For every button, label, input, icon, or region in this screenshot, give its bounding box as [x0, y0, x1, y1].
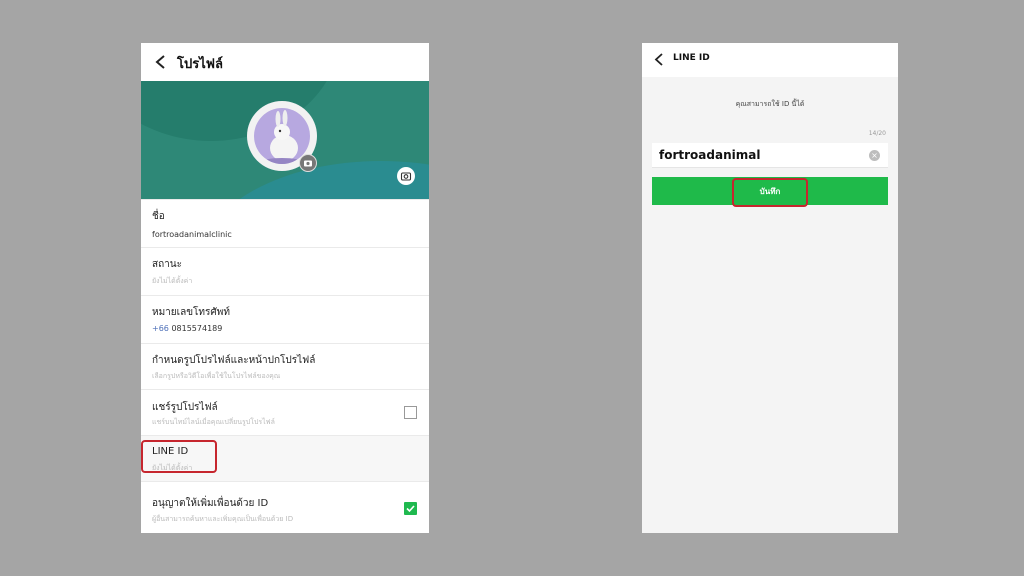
row-label: แชร์รูปโปรไฟล์: [152, 402, 218, 413]
cover-photo[interactable]: [141, 81, 429, 199]
row-subtext: ผู้อื่นสามารถค้นหาและเพิ่มคุณเป็นเพื่อนด…: [152, 515, 294, 523]
line-id-input[interactable]: fortroadanimal ×: [652, 143, 888, 168]
character-counter: 14/20: [868, 130, 886, 137]
check-icon: [406, 505, 415, 513]
phone-number: 0815574189: [171, 324, 223, 333]
profile-row-status[interactable]: สถานะ ยังไม่ได้ตั้งค่า: [141, 247, 429, 296]
row-subtext: เลือกรูปหรือวิดีโอเพื่อใช้ในโปรไฟล์ของคุ…: [152, 372, 281, 380]
row-label: ชื่อ: [152, 211, 165, 222]
page-title: LINE ID: [673, 53, 710, 63]
row-label: สถานะ: [152, 259, 182, 270]
row-label: กำหนดรูปโปรไฟล์และหน้าปกโปรไฟล์: [152, 355, 316, 366]
line-id-body: คุณสามารถใช้ ID นี้ได้ 14/20 fortroadani…: [642, 77, 898, 533]
availability-hint: คุณสามารถใช้ ID นี้ได้: [735, 100, 805, 108]
profile-row-phone[interactable]: หมายเลขโทรศัพท์ +66 0815574189: [141, 295, 429, 344]
profile-header: โปรไฟล์: [141, 43, 429, 81]
row-subtext: แชร์บนไทม์ไลน์เมื่อคุณเปลี่ยนรูปโปรไฟล์: [152, 418, 275, 426]
line-id-screen: LINE ID คุณสามารถใช้ ID นี้ได้ 14/20 for…: [642, 43, 898, 533]
back-arrow-icon[interactable]: [155, 55, 166, 69]
profile-row-allow-add-by-id[interactable]: อนุญาตให้เพิ่มเพื่อนด้วย ID ผู้อื่นสามาร…: [141, 481, 429, 533]
camera-icon: [400, 172, 412, 181]
share-checkbox[interactable]: [404, 406, 417, 419]
allow-checkbox[interactable]: [404, 502, 417, 515]
row-value: fortroadanimalclinic: [152, 230, 232, 239]
cover-camera-icon[interactable]: [397, 167, 415, 185]
clear-icon[interactable]: ×: [869, 150, 880, 161]
profile-row-share[interactable]: แชร์รูปโปรไฟล์ แชร์บนไทม์ไลน์เมื่อคุณเปล…: [141, 389, 429, 436]
avatar-camera-icon[interactable]: [299, 154, 317, 172]
camera-icon: [304, 160, 312, 167]
row-label: หมายเลขโทรศัพท์: [152, 307, 230, 318]
page-title: โปรไฟล์: [177, 57, 223, 72]
line-id-header: LINE ID: [642, 43, 898, 77]
profile-row-name[interactable]: ชื่อ fortroadanimalclinic: [141, 199, 429, 248]
profile-row-photo-settings[interactable]: กำหนดรูปโปรไฟล์และหน้าปกโปรไฟล์ เลือกรูป…: [141, 343, 429, 390]
phone-value: +66 0815574189: [152, 324, 222, 333]
save-highlight: [732, 178, 808, 207]
back-arrow-icon[interactable]: [654, 53, 664, 66]
country-code: +66: [152, 324, 169, 333]
line-id-value: fortroadanimal: [659, 148, 761, 162]
line-id-highlight: [141, 440, 217, 473]
row-subtext: ยังไม่ได้ตั้งค่า: [152, 277, 193, 285]
row-label: อนุญาตให้เพิ่มเพื่อนด้วย ID: [152, 498, 269, 509]
